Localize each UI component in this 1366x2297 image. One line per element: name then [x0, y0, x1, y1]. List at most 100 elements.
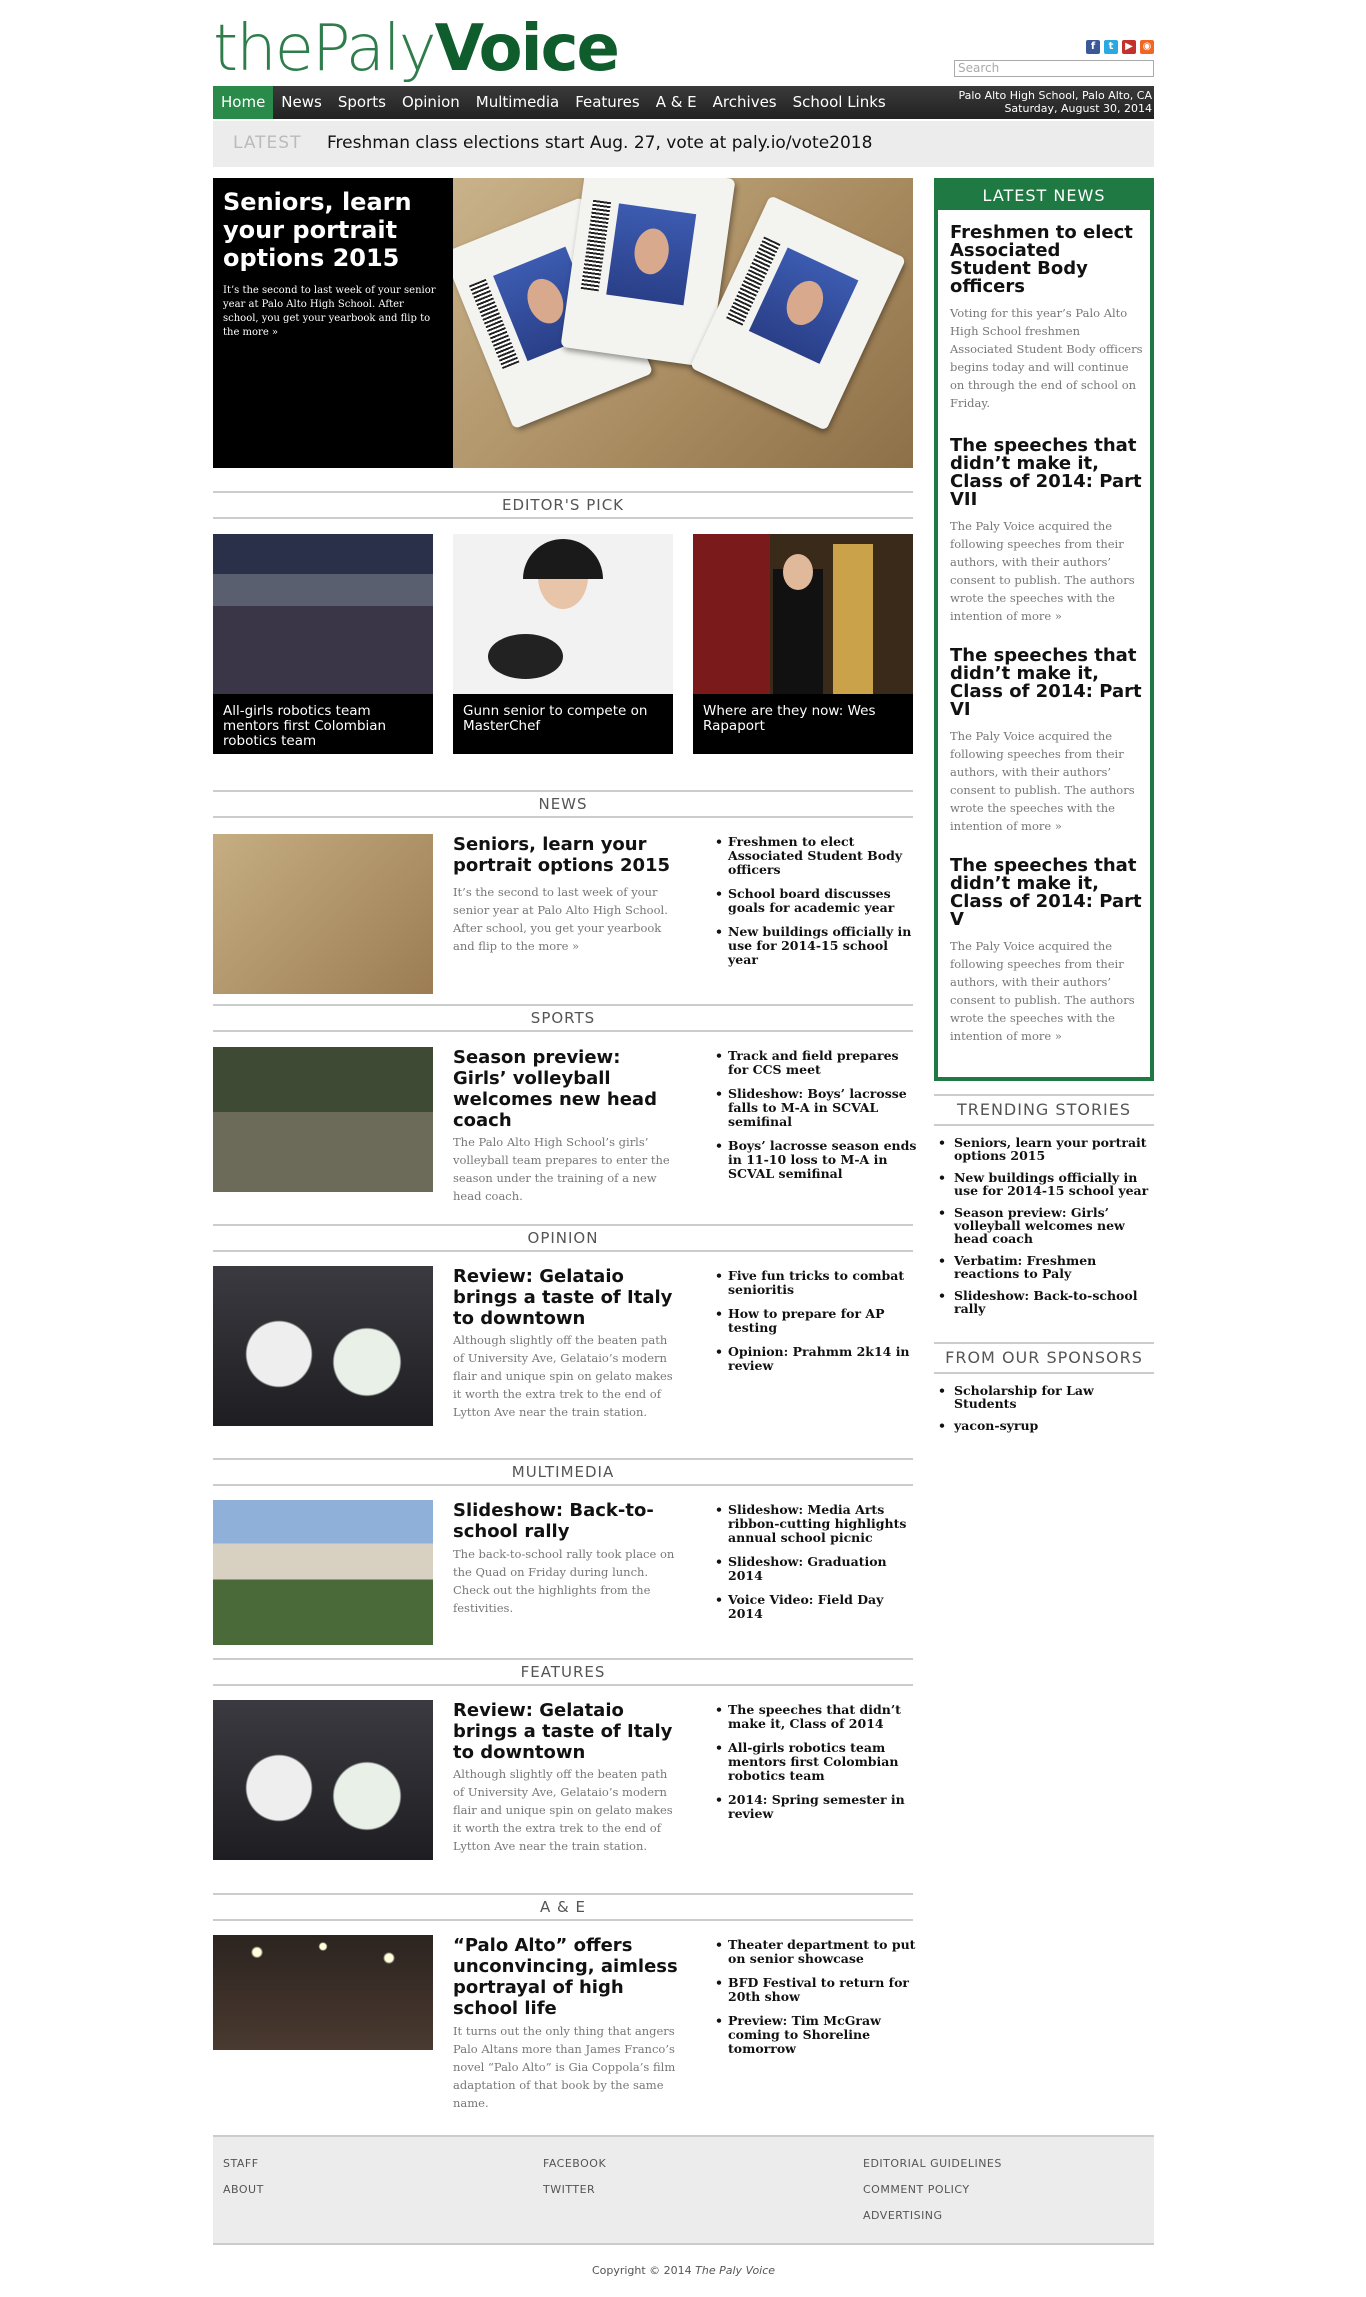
nav-item-a-e[interactable]: A & E — [648, 86, 705, 119]
story-thumbnail[interactable] — [213, 1266, 433, 1426]
nav-item-sports[interactable]: Sports — [330, 86, 394, 119]
story-title[interactable]: Seniors, learn your portrait options 201… — [453, 834, 678, 876]
search-input[interactable]: Search — [954, 60, 1154, 77]
related-link[interactable]: BFD Festival to return for 20th show — [713, 1976, 918, 2004]
featured-image[interactable] — [453, 178, 913, 468]
section-heading-opinion: OPINION — [213, 1224, 913, 1252]
footer-link-comment-policy[interactable]: COMMENT POLICY — [863, 2183, 1002, 2196]
footer: STAFF ABOUT FACEBOOK TWITTER EDITORIAL GUI… — [213, 2135, 1154, 2245]
nav-item-news[interactable]: News — [273, 86, 330, 119]
latest-news-title[interactable]: Freshmen to elect Associated Student Bod… — [950, 224, 1145, 296]
related-link[interactable]: Preview: Tim McGraw coming to Shoreline … — [713, 2014, 918, 2056]
related-link[interactable]: Opinion: Prahmm 2k14 in review — [713, 1345, 918, 1373]
related-link[interactable]: Freshmen to elect Associated Student Bod… — [713, 835, 918, 877]
related-link[interactable]: Boys’ lacrosse season ends in 11-10 loss… — [713, 1139, 918, 1181]
latest-news-title[interactable]: The speeches that didn’t make it, Class … — [950, 857, 1145, 929]
related-links: Five fun tricks to combat senioritis How … — [713, 1269, 918, 1383]
related-link[interactable]: Voice Video: Field Day 2014 — [713, 1593, 918, 1621]
related-link[interactable]: All-girls robotics team mentors first Co… — [713, 1741, 918, 1783]
latest-news-item[interactable]: The speeches that didn’t make it, Class … — [950, 857, 1145, 1045]
related-links: Slideshow: Media Arts ribbon-cutting hig… — [713, 1503, 918, 1631]
related-link[interactable]: Theater department to put on senior show… — [713, 1938, 918, 1966]
nav-item-school-links[interactable]: School Links — [785, 86, 894, 119]
latest-news-excerpt: Voting for this year’s Palo Alto High Sc… — [950, 306, 1143, 410]
trending-item[interactable]: Seniors, learn your portrait options 201… — [934, 1136, 1154, 1162]
related-link[interactable]: School board discusses goals for academi… — [713, 887, 918, 915]
nav-item-opinion[interactable]: Opinion — [394, 86, 468, 119]
related-link[interactable]: How to prepare for AP testing — [713, 1307, 918, 1335]
sponsors-list: Scholarship for Law Students yacon-syrup — [934, 1384, 1154, 1441]
section-heading-sponsors: FROM OUR SPONSORS — [934, 1342, 1154, 1374]
site-logo[interactable]: thePalyVoice — [213, 14, 620, 84]
latest-news-item[interactable]: Freshmen to elect Associated Student Bod… — [950, 224, 1145, 412]
editors-pick-image[interactable] — [693, 534, 913, 694]
related-links: Track and field prepares for CCS meet Sli… — [713, 1049, 918, 1191]
related-link[interactable]: Slideshow: Media Arts ribbon-cutting hig… — [713, 1503, 918, 1545]
footer-link-editorial-guidelines[interactable]: EDITORIAL GUIDELINES — [863, 2157, 1002, 2170]
trending-item[interactable]: Verbatim: Freshmen reactions to Paly — [934, 1254, 1154, 1280]
footer-link-facebook[interactable]: FACEBOOK — [543, 2157, 606, 2170]
facebook-icon[interactable]: f — [1086, 40, 1100, 54]
latest-news-item[interactable]: The speeches that didn’t make it, Class … — [950, 437, 1145, 625]
related-links: Theater department to put on senior show… — [713, 1938, 918, 2066]
latest-news-title[interactable]: The speeches that didn’t make it, Class … — [950, 437, 1145, 509]
section-heading-multimedia: MULTIMEDIA — [213, 1458, 913, 1486]
related-link[interactable]: Track and field prepares for CCS meet — [713, 1049, 918, 1077]
copyright: Copyright © 2014 The Paly Voice — [591, 2264, 776, 2277]
story-excerpt: Although slightly off the beaten path of… — [453, 1767, 673, 1853]
nav-item-archives[interactable]: Archives — [705, 86, 785, 119]
story-title[interactable]: Review: Gelataio brings a taste of Italy… — [453, 1266, 678, 1329]
trending-item[interactable]: Season preview: Girls’ volleyball welcom… — [934, 1206, 1154, 1245]
story-thumbnail[interactable] — [213, 1700, 433, 1860]
related-link[interactable]: Five fun tricks to combat senioritis — [713, 1269, 918, 1297]
featured-excerpt: It’s the second to last week of your sen… — [223, 285, 436, 338]
story-excerpt: Although slightly off the beaten path of… — [453, 1333, 673, 1419]
editors-pick-item[interactable]: All-girls robotics team mentors first Co… — [213, 534, 433, 754]
editors-pick-item[interactable]: Where are they now: Wes Rapaport — [693, 534, 913, 754]
latest-news-title[interactable]: The speeches that didn’t make it, Class … — [950, 647, 1145, 719]
story-thumbnail[interactable] — [213, 1500, 433, 1645]
story-thumbnail[interactable] — [213, 1935, 433, 2050]
section-heading-editors-pick: EDITOR'S PICK — [213, 491, 913, 519]
related-link[interactable]: Slideshow: Graduation 2014 — [713, 1555, 918, 1583]
featured-title[interactable]: Seniors, learn your portrait options 201… — [223, 188, 438, 272]
latest-ticker-link[interactable]: Freshman class elections start Aug. 27, … — [327, 133, 872, 153]
twitter-icon[interactable]: t — [1104, 40, 1118, 54]
trending-item[interactable]: New buildings officially in use for 2014… — [934, 1171, 1154, 1197]
story-thumbnail[interactable] — [213, 1047, 433, 1192]
sponsor-link[interactable]: yacon-syrup — [934, 1419, 1154, 1432]
latest-news-item[interactable]: The speeches that didn’t make it, Class … — [950, 647, 1145, 835]
nav-item-features[interactable]: Features — [567, 86, 648, 119]
editors-pick-image[interactable] — [453, 534, 673, 694]
rss-icon[interactable]: ◉ — [1140, 40, 1154, 54]
footer-link-about[interactable]: ABOUT — [223, 2183, 264, 2196]
latest-news-excerpt: The Paly Voice acquired the following sp… — [950, 729, 1135, 833]
related-link[interactable]: The speeches that didn’t make it, Class … — [713, 1703, 918, 1731]
related-link[interactable]: Slideshow: Boys’ lacrosse falls to M-A i… — [713, 1087, 918, 1129]
section-heading-trending: TRENDING STORIES — [934, 1094, 1154, 1126]
sponsor-link[interactable]: Scholarship for Law Students — [934, 1384, 1154, 1410]
nav-item-multimedia[interactable]: Multimedia — [468, 86, 567, 119]
main-nav: Home News Sports Opinion Multimedia Features A… — [213, 86, 1154, 119]
latest-news-excerpt: The Paly Voice acquired the following sp… — [950, 939, 1135, 1043]
story-title[interactable]: Review: Gelataio brings a taste of Italy… — [453, 1700, 678, 1763]
youtube-icon[interactable]: ▶ — [1122, 40, 1136, 54]
editors-pick-item[interactable]: Gunn senior to compete on MasterChef — [453, 534, 673, 754]
story-title[interactable]: “Palo Alto” offers unconvincing, aimless… — [453, 1935, 678, 2019]
footer-link-staff[interactable]: STAFF — [223, 2157, 264, 2170]
trending-item[interactable]: Slideshow: Back-to-school rally — [934, 1289, 1154, 1315]
story-thumbnail[interactable] — [213, 834, 433, 994]
editors-pick-image[interactable] — [213, 534, 433, 694]
nav-item-home[interactable]: Home — [213, 86, 274, 119]
location-date: Palo Alto High School, Palo Alto, CA Sat… — [958, 89, 1152, 115]
story-title[interactable]: Season preview: Girls’ volleyball welcom… — [453, 1047, 678, 1131]
latest-ticker: LATEST Freshman class elections start Au… — [213, 121, 1154, 167]
footer-link-twitter[interactable]: TWITTER — [543, 2183, 606, 2196]
related-link[interactable]: New buildings officially in use for 2014… — [713, 925, 918, 967]
featured-story[interactable]: Seniors, learn your portrait options 201… — [213, 178, 913, 468]
footer-link-advertising[interactable]: ADVERTISING — [863, 2209, 1002, 2222]
latest-news-excerpt: The Paly Voice acquired the following sp… — [950, 519, 1135, 623]
story-title[interactable]: Slideshow: Back-to-school rally — [453, 1500, 678, 1542]
section-heading-features: FEATURES — [213, 1658, 913, 1686]
related-link[interactable]: 2014: Spring semester in review — [713, 1793, 918, 1821]
